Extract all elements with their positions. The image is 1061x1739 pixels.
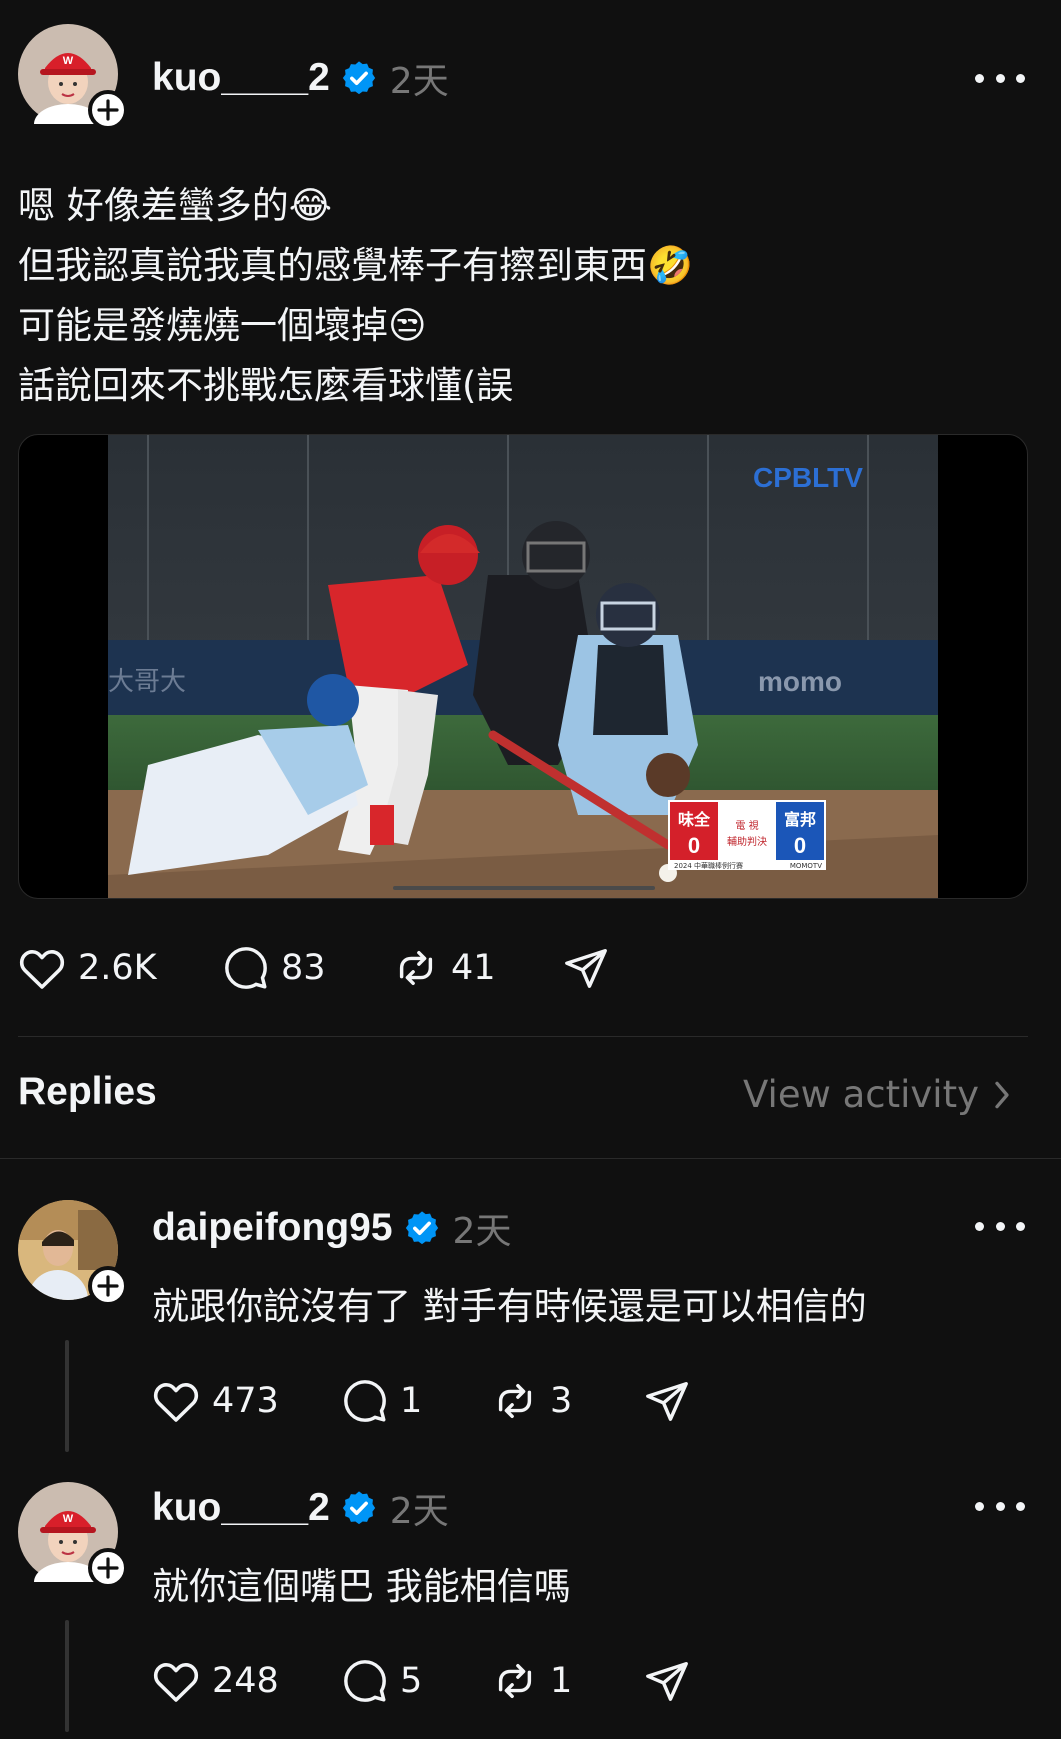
repost-button[interactable]: 3: [492, 1378, 644, 1424]
reply-actions: 248 5 1: [152, 1658, 690, 1704]
reply-username[interactable]: kuo____2: [152, 1486, 330, 1530]
like-count: 473: [212, 1381, 279, 1421]
svg-text:W: W: [63, 55, 74, 67]
heart-icon: [19, 950, 65, 989]
cpbltv-logo-text: CPBLTV: [753, 462, 863, 493]
repost-button[interactable]: 41: [393, 945, 563, 991]
svg-text:W: W: [63, 1513, 74, 1525]
thread-line: [65, 1620, 69, 1732]
comment-bubble-icon: [225, 947, 267, 989]
comment-bubble-icon: [344, 1660, 386, 1702]
like-count: 248: [212, 1661, 279, 1701]
post-actions: 2.6K 83 41: [18, 945, 609, 991]
heart-icon: [153, 1663, 199, 1702]
verified-badge-icon: [340, 1489, 378, 1527]
reply-name-row: kuo____2 2天: [152, 1484, 449, 1532]
repost-count: 41: [451, 948, 496, 988]
view-activity-label: View activity: [743, 1073, 979, 1116]
more-options-icon[interactable]: [975, 1216, 1025, 1236]
score-team-left: 味全: [678, 810, 711, 829]
score-team-right: 富邦: [784, 810, 816, 829]
chevron-right-icon: [995, 1081, 1009, 1108]
follow-plus-button[interactable]: [88, 1266, 128, 1306]
repost-count: 3: [550, 1381, 573, 1421]
post-line: 嗯 好像差蠻多的😂: [18, 184, 332, 227]
cpbltv-logo: CPBLTV: [753, 462, 863, 493]
post-time: 2天: [389, 61, 449, 102]
comment-bubble-icon: [344, 1380, 386, 1422]
send-icon: [565, 949, 607, 988]
divider: [18, 1036, 1028, 1037]
like-button[interactable]: 473: [152, 1379, 342, 1423]
video-progress-bar[interactable]: [393, 886, 655, 890]
post-body: 嗯 好像差蠻多的😂 但我認真說我真的感覺棒子有擦到東西🤣 可能是發燒燒一個壞掉😒…: [18, 176, 693, 416]
repost-button[interactable]: 1: [492, 1658, 644, 1704]
like-button[interactable]: 2.6K: [18, 946, 223, 990]
view-activity-link[interactable]: View activity: [743, 1073, 1011, 1116]
send-icon: [646, 1382, 688, 1421]
threads-post-page: W kuo____2 2天 嗯 好像差蠻多的😂 但我認真說我真的感覺棒子有擦到東…: [0, 0, 1061, 1739]
reply-actions: 473 1 3: [152, 1378, 690, 1424]
score-right: 0: [794, 833, 806, 858]
plus-icon: [97, 99, 119, 121]
reply-avatar[interactable]: W: [18, 1482, 128, 1588]
like-button[interactable]: 248: [152, 1659, 342, 1703]
repost-icon: [498, 1663, 532, 1699]
score-footer-left: 2024 中華職棒例行賽: [674, 861, 743, 870]
share-button[interactable]: [644, 1658, 690, 1704]
reply-time: 2天: [389, 1491, 449, 1532]
post-line: 話說回來不挑戰怎麼看球懂(誤: [18, 364, 514, 407]
post-line: 可能是發燒燒一個壞掉😒: [18, 304, 427, 347]
reply-text: 就你這個嘴巴 我能相信嗎: [152, 1565, 571, 1608]
author-username[interactable]: kuo____2: [152, 56, 330, 100]
repost-count: 1: [550, 1661, 573, 1701]
baseball-scene-image: 大哥大 momo CPBLTV 味全 富邦 0 0 電 視 輔助判決 2024 …: [108, 435, 938, 898]
reply-text: 就跟你說沒有了 對手有時候還是可以相信的: [152, 1285, 867, 1328]
reply-avatar[interactable]: [18, 1200, 128, 1306]
author-avatar[interactable]: W: [18, 24, 128, 130]
ad-right-text: momo: [758, 666, 842, 697]
post-line: 但我認真說我真的感覺棒子有擦到東西🤣: [18, 244, 694, 287]
repost-icon: [498, 1383, 532, 1419]
more-options-icon[interactable]: [975, 1496, 1025, 1516]
post-video[interactable]: 大哥大 momo CPBLTV 味全 富邦 0 0 電 視 輔助判決 2024 …: [18, 434, 1028, 899]
follow-plus-button[interactable]: [88, 1548, 128, 1588]
like-count: 2.6K: [78, 948, 157, 988]
plus-icon: [97, 1275, 119, 1297]
share-button[interactable]: [563, 945, 609, 991]
scoreboard: 味全 富邦 0 0 電 視 輔助判決 2024 中華職棒例行賽 MOMOTV: [668, 800, 826, 870]
verified-badge-icon: [340, 59, 378, 97]
thread-line: [65, 1340, 69, 1452]
comment-button[interactable]: 83: [223, 945, 393, 991]
repost-icon: [399, 950, 433, 986]
heart-icon: [153, 1383, 199, 1422]
reply-time: 2天: [452, 1211, 512, 1252]
verified-badge-icon: [403, 1209, 441, 1247]
score-left: 0: [688, 833, 700, 858]
video-frame: 大哥大 momo CPBLTV 味全 富邦 0 0 電 視 輔助判決 2024 …: [108, 435, 938, 898]
comment-count: 1: [400, 1381, 423, 1421]
score-middle-bottom: 輔助判決: [727, 835, 767, 848]
reply-name-row: daipeifong95 2天: [152, 1204, 511, 1252]
comment-count: 83: [281, 948, 326, 988]
reply-username[interactable]: daipeifong95: [152, 1206, 393, 1250]
comment-button[interactable]: 5: [342, 1658, 492, 1704]
plus-icon: [97, 1557, 119, 1579]
score-middle-top: 電 視: [735, 819, 758, 832]
share-button[interactable]: [644, 1378, 690, 1424]
send-icon: [646, 1662, 688, 1701]
score-footer-right: MOMOTV: [790, 862, 822, 870]
author-name-row: kuo____2 2天: [152, 54, 449, 102]
comment-count: 5: [400, 1661, 423, 1701]
more-options-icon[interactable]: [975, 68, 1025, 88]
follow-plus-button[interactable]: [88, 90, 128, 130]
replies-title: Replies: [18, 1070, 157, 1113]
ad-left-text: 大哥大: [108, 667, 186, 697]
comment-button[interactable]: 1: [342, 1378, 492, 1424]
divider: [0, 1158, 1061, 1159]
